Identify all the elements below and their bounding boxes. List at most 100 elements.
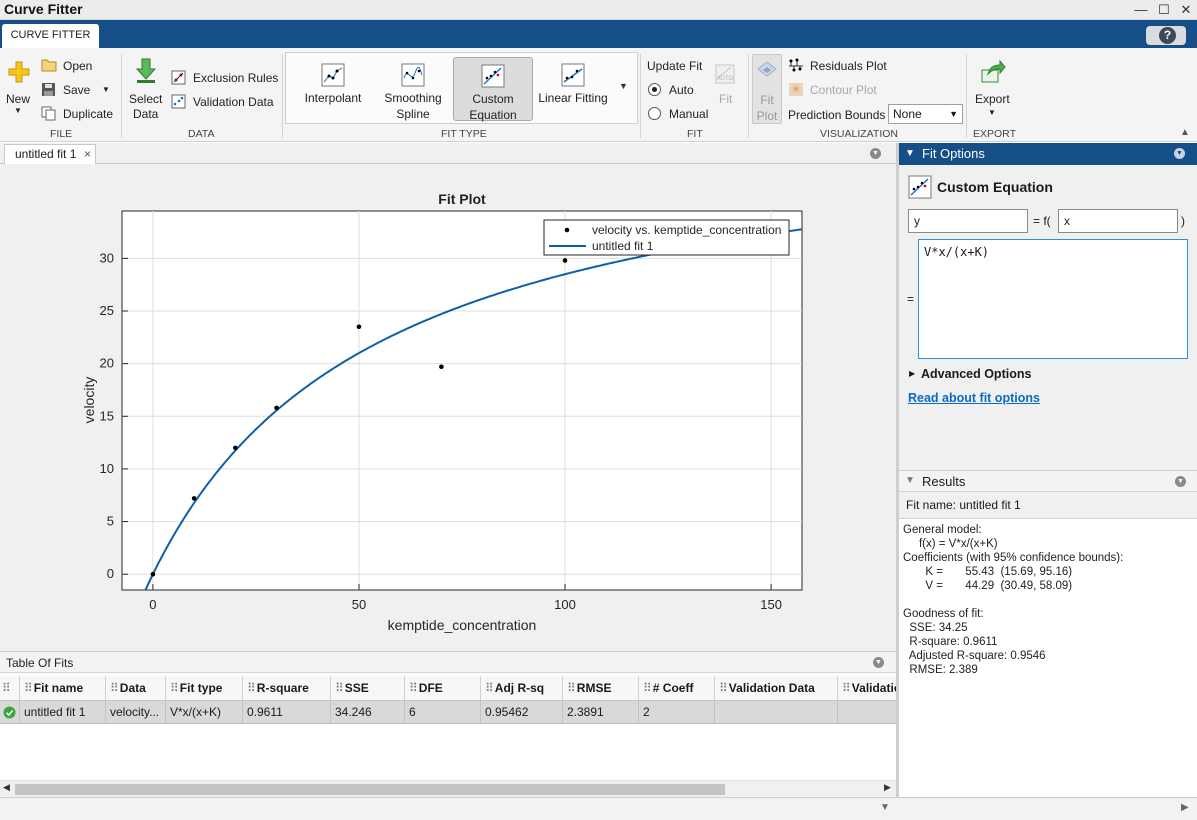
interpolant-button[interactable]: Interpolant <box>294 57 372 121</box>
advanced-options-toggle[interactable]: Advanced Options <box>921 367 1031 381</box>
cell-data: velocity... <box>106 701 166 724</box>
data-point <box>233 445 238 451</box>
residuals-plot-button[interactable]: Residuals Plot <box>810 59 887 73</box>
legend[interactable]: velocity vs. kemptide_concentration unti… <box>543 219 790 256</box>
prediction-bounds-select[interactable]: None ▼ <box>888 104 963 124</box>
linear-fitting-icon <box>561 63 585 87</box>
horizontal-scrollbar[interactable]: ◀ ▶ <box>0 780 896 797</box>
fit-status-ok-icon <box>0 701 20 724</box>
x-tick-label: 150 <box>760 597 782 612</box>
custom-equation-button[interactable]: Custom Equation <box>453 57 533 122</box>
equation-textarea[interactable]: V*x/(x+K) <box>918 239 1188 359</box>
collapse-right-icon[interactable]: ▶ <box>1181 802 1189 813</box>
x-tick-label: 100 <box>554 597 576 612</box>
cell-fit-name: untitled fit 1 <box>20 701 106 724</box>
results-line: V = 44.29 (30.49, 58.09) <box>903 580 1073 592</box>
table-of-fits-title: Table Of Fits <box>6 656 74 670</box>
col-dfe[interactable]: ⠿ DFE <box>405 676 481 701</box>
document-tab[interactable]: untitled fit 1 × <box>4 144 96 164</box>
y-tick-label: 30 <box>100 250 114 265</box>
new-icon <box>8 61 30 83</box>
col-adj-r-sq[interactable]: ⠿ Adj R-sq <box>481 676 563 701</box>
help-button[interactable]: ? <box>1146 26 1186 45</box>
data-point <box>356 324 362 330</box>
save-button[interactable]: Save <box>63 83 90 97</box>
col-data[interactable]: ⠿ Data <box>106 676 166 701</box>
document-menu-icon[interactable]: ▼ <box>870 148 881 159</box>
validation-data-button[interactable]: Validation Data <box>193 95 274 109</box>
interpolant-icon <box>321 63 345 87</box>
collapse-ribbon-icon[interactable]: ▲ <box>1180 127 1190 138</box>
prediction-bounds-label: Prediction Bounds <box>788 108 886 122</box>
duplicate-button[interactable]: Duplicate <box>63 107 113 121</box>
read-about-fit-options-link[interactable]: Read about fit options <box>908 391 1040 405</box>
collapse-fit-options-icon[interactable]: ▼ <box>905 143 915 164</box>
export-button[interactable]: Export <box>975 92 1010 106</box>
col-rmse[interactable]: ⠿ RMSE <box>563 676 639 701</box>
results-menu-icon[interactable]: ▼ <box>1175 476 1186 487</box>
export-icon <box>981 59 1006 83</box>
col-fit-name[interactable]: ⠿ Fit name <box>20 676 106 701</box>
dependent-variable-input[interactable]: y <box>908 209 1028 233</box>
function-open-label: = f( <box>1033 214 1051 228</box>
results-fit-name: Fit name: untitled fit 1 <box>906 498 1021 512</box>
col-validation[interactable]: ⠿Validatio <box>838 676 896 701</box>
fit-button[interactable]: Fit <box>719 92 732 106</box>
data-point <box>439 364 444 370</box>
y-tick-label: 10 <box>100 461 114 476</box>
new-button[interactable]: New <box>6 92 30 106</box>
auto-radio[interactable] <box>648 83 661 96</box>
collapse-results-icon[interactable]: ▼ <box>905 475 915 486</box>
table-of-fits-header: Table Of Fits <box>0 651 896 673</box>
fit-options-menu-icon[interactable]: ▼ <box>1174 148 1185 159</box>
col-num-coeff[interactable]: ⠿ # Coeff <box>639 676 715 701</box>
fit-options-header[interactable]: ▼ Fit Options ▼ <box>899 143 1197 165</box>
collapse-down-icon[interactable]: ▼ <box>880 802 890 813</box>
section-fit: FIT <box>687 128 703 140</box>
data-point <box>562 258 568 263</box>
close-tab-icon[interactable]: × <box>84 145 91 164</box>
results-header[interactable]: ▼ Results ▼ <box>899 470 1197 492</box>
document-tab-label: untitled fit 1 <box>15 147 77 161</box>
contour-plot-button[interactable]: Contour Plot <box>810 83 877 97</box>
exclusion-rules-icon <box>171 70 186 85</box>
fit-plot-button[interactable]: Fit Plot <box>752 54 782 124</box>
scroll-right-icon[interactable]: ▶ <box>884 782 891 793</box>
results-line: Coefficients (with 95% confidence bounds… <box>903 552 1124 564</box>
save-dropdown-icon[interactable]: ▼ <box>102 85 110 94</box>
fit-plot-chart: 0 50 100 150 0 5 10 15 20 25 30 Fit Plot kemptide_… <box>81 191 803 633</box>
gallery-expand-icon[interactable]: ▼ <box>619 81 628 91</box>
cell-sse: 34.246 <box>331 701 405 724</box>
legend-entry-points: velocity vs. kemptide_concentration <box>592 223 781 237</box>
col-r-square[interactable]: ⠿ R-square <box>243 676 331 701</box>
smoothing-spline-button[interactable]: Smoothing Spline <box>374 57 452 121</box>
fit-type-gallery: Interpolant Smoothing Spline Custom Equa… <box>285 52 638 124</box>
select-data-label-2[interactable]: Data <box>133 107 158 121</box>
scroll-left-icon[interactable]: ◀ <box>3 782 10 793</box>
expand-advanced-icon[interactable]: ▶ <box>909 369 915 378</box>
col-sse[interactable]: ⠿ SSE <box>331 676 405 701</box>
open-button[interactable]: Open <box>63 59 92 73</box>
minimize-icon[interactable]: — <box>1133 2 1149 18</box>
independent-variable-input[interactable]: x <box>1058 209 1178 233</box>
legend-entry-fit: untitled fit 1 <box>592 239 654 253</box>
col-validation-data[interactable]: ⠿ Validation Data <box>715 676 838 701</box>
tab-curve-fitter[interactable]: CURVE FITTER <box>2 24 99 48</box>
fit-plot-icon <box>757 61 777 77</box>
contour-plot-icon <box>789 83 803 96</box>
auto-fit-icon: AUTO <box>713 62 737 86</box>
scrollbar-thumb[interactable] <box>15 784 725 795</box>
cell-validation <box>838 701 896 724</box>
maximize-icon[interactable]: ☐ <box>1156 2 1172 18</box>
col-fit-type[interactable]: ⠿ Fit type <box>166 676 243 701</box>
exclusion-rules-button[interactable]: Exclusion Rules <box>193 71 278 85</box>
manual-radio[interactable] <box>648 107 661 120</box>
export-dropdown-icon[interactable]: ▼ <box>988 108 996 117</box>
select-data-label-1[interactable]: Select <box>129 92 162 106</box>
new-dropdown-icon[interactable]: ▼ <box>14 106 22 115</box>
close-icon[interactable]: ✕ <box>1178 2 1194 18</box>
linear-fitting-button[interactable]: Linear Fitting <box>534 57 612 121</box>
custom-equation-panel-icon <box>908 175 932 199</box>
cell-dfe: 6 <box>405 701 481 724</box>
table-menu-icon[interactable]: ▼ <box>873 657 884 668</box>
